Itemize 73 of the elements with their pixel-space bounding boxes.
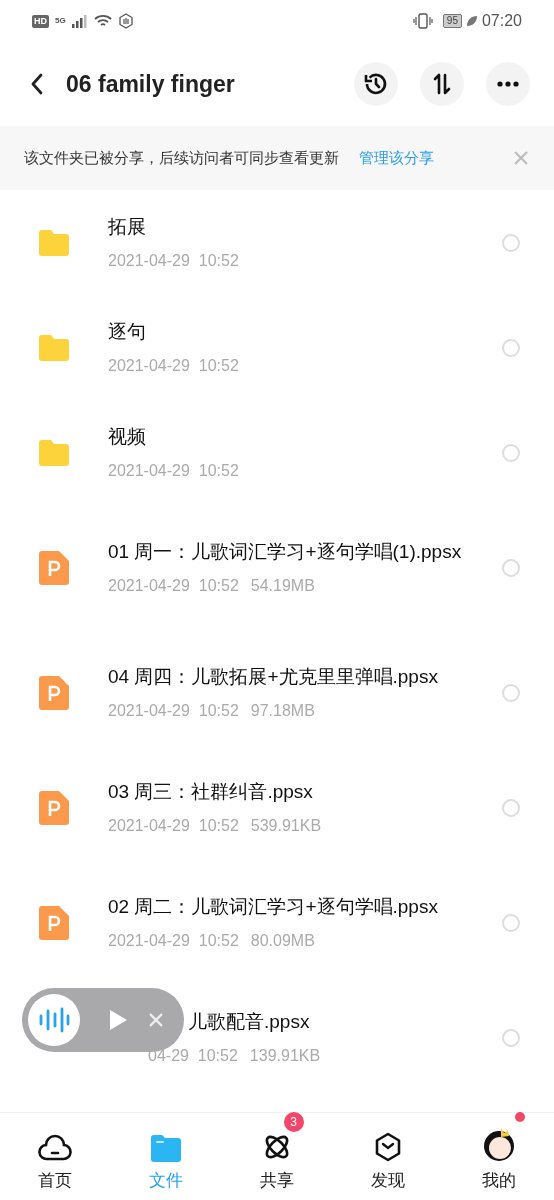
file-size: 539.91KB: [250, 815, 322, 836]
modified-date: 2021-04-29 10:52: [108, 815, 239, 836]
select-radio[interactable]: [502, 1028, 520, 1047]
folder-title: 06 family finger: [66, 69, 236, 99]
select-radio[interactable]: [502, 558, 520, 577]
select-radio[interactable]: [502, 443, 520, 462]
tab-item[interactable]: 我的: [476, 1119, 521, 1194]
battery-level: 95: [442, 14, 462, 28]
file-row[interactable]: 逐句 2021-04-29 10:52: [0, 295, 554, 400]
file-name: 01 周一：儿歌词汇学习+逐句学唱(1).ppsx: [108, 539, 462, 564]
modified-date: 2021-04-29 10:52: [108, 355, 239, 376]
file-name: 02 周二：儿歌词汇学习+逐句学唱.ppsx: [108, 894, 438, 919]
history-icon: [363, 71, 389, 97]
modified-date: 2021-04-29 10:52: [108, 250, 239, 271]
select-radio[interactable]: [502, 798, 520, 817]
select-radio[interactable]: [502, 913, 520, 932]
clock-time: 07:20: [481, 11, 522, 31]
file-name: 儿歌配音.ppsx: [188, 1009, 310, 1034]
vibrate-icon: [412, 13, 433, 29]
tab-item[interactable]: 首页: [34, 1119, 77, 1194]
close-icon[interactable]: [514, 151, 528, 165]
file-name: 03 周三：社群纠音.ppsx: [108, 779, 313, 804]
file-name: 04 周四：儿歌拓展+尤克里里弹唱.ppsx: [108, 664, 438, 689]
share-notice: 该文件夹已被分享，后续访问者可同步查看更新: [24, 147, 339, 168]
folder-icon: [37, 438, 71, 467]
modified-date: 2021-04-29 10:52: [108, 575, 239, 596]
hd-icon: HD: [32, 14, 49, 28]
file-name: 视频: [108, 424, 146, 449]
file-name: 拓展: [108, 214, 146, 239]
wifi-icon: [93, 14, 112, 28]
folder-icon: [37, 228, 71, 257]
presentation-file-icon: [39, 675, 69, 710]
play-button[interactable]: [108, 1008, 128, 1032]
history-button[interactable]: [354, 62, 398, 106]
more-icon: [497, 81, 519, 87]
file-size: 97.18MB: [250, 700, 315, 721]
modified-date: 2021-04-29 10:52: [108, 700, 239, 721]
sound-wave-icon: [38, 1007, 70, 1033]
select-radio[interactable]: [502, 683, 520, 702]
file-row[interactable]: 03 周三：社群纠音.ppsx 2021-04-29 10:52 539.91KB: [0, 755, 554, 860]
more-button[interactable]: [486, 62, 530, 106]
file-size: 54.19MB: [250, 575, 315, 596]
back-icon: [30, 73, 44, 95]
presentation-file-icon: [39, 550, 69, 585]
leaf-icon: [465, 15, 478, 27]
folder-icon: [37, 333, 71, 362]
presentation-file-icon: [39, 790, 69, 825]
sort-button[interactable]: [420, 62, 464, 106]
file-row[interactable]: 视频 2021-04-29 10:52: [0, 400, 554, 505]
hexagon-clock-icon: [373, 1131, 402, 1162]
file-size: 139.91KB: [249, 1045, 321, 1066]
close-icon: [148, 1012, 164, 1028]
file-name: 逐句: [108, 319, 146, 344]
close-button[interactable]: [148, 1012, 164, 1028]
sort-icon: [431, 73, 453, 95]
network-type: 5G: [55, 15, 66, 27]
select-radio[interactable]: [502, 338, 520, 357]
notification-badge: 3: [283, 1111, 304, 1132]
folder-icon: [150, 1133, 183, 1162]
file-row[interactable]: 02 周二：儿歌词汇学习+逐句学唱.ppsx 2021-04-29 10:52 80.09MB: [0, 860, 554, 985]
tab-item[interactable]: 发现: [366, 1119, 409, 1194]
file-row[interactable]: 01 周一：儿歌词汇学习+逐句学唱(1).ppsx 2021-04-29 10:52 54.19MB: [0, 505, 554, 630]
audio-button[interactable]: [28, 994, 80, 1046]
play-icon: [108, 1008, 128, 1032]
select-radio[interactable]: [502, 233, 520, 252]
signal-icon: [71, 14, 88, 28]
presentation-file-icon: [39, 905, 69, 940]
file-row[interactable]: 拓展 2021-04-29 10:52: [0, 190, 554, 295]
file-size: 80.09MB: [250, 930, 315, 951]
modified-date: 2021-04-29 10:52: [108, 930, 239, 951]
modified-date: 2021-04-29 10:52: [108, 460, 239, 481]
cloud-icon: [38, 1133, 73, 1162]
file-row[interactable]: 04 周四：儿歌拓展+尤克里里弹唱.ppsx 2021-04-29 10:52 97.18MB: [0, 630, 554, 755]
